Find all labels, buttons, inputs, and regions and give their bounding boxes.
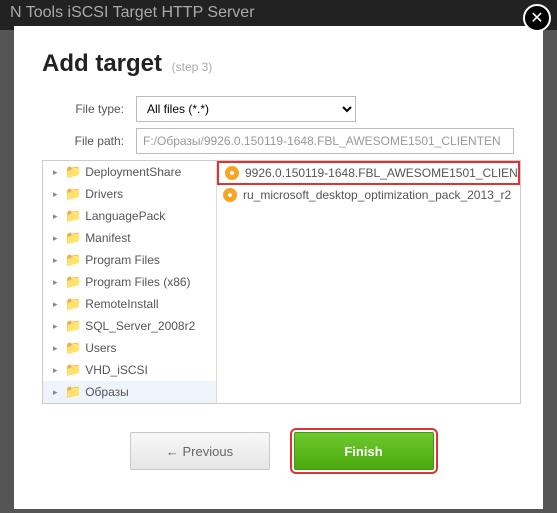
- folder-label: Program Files: [85, 253, 160, 267]
- folder-label: DeploymentShare: [85, 165, 181, 179]
- folder-tree-item[interactable]: ▸ 📁 Users: [43, 337, 216, 359]
- folder-icon: 📁: [65, 230, 81, 246]
- folder-icon: 📁: [65, 340, 81, 356]
- folder-tree-item[interactable]: ▸ 📁 DeploymentShare: [43, 161, 216, 183]
- modal-step: (step 3): [172, 60, 213, 74]
- folder-label: Program Files (x86): [85, 275, 190, 289]
- file-browser: ▸ 📁 DeploymentShare ▸ 📁 Drivers ▸ 📁 LanguagePack…: [42, 160, 521, 404]
- folder-tree-item[interactable]: ▸ 📁 Образы: [43, 381, 216, 403]
- file-type-select[interactable]: All files (*.*): [136, 96, 356, 122]
- folder-label: Manifest: [85, 231, 130, 245]
- disc-icon: [223, 188, 237, 202]
- folder-tree-item[interactable]: ▸ 📁 LanguagePack: [43, 205, 216, 227]
- folder-label: RemoteInstall: [85, 297, 158, 311]
- folder-tree-item[interactable]: ▸ 📁 RemoteInstall: [43, 293, 216, 315]
- close-icon: ✕: [530, 8, 543, 28]
- folder-icon: 📁: [65, 208, 81, 224]
- folder-tree[interactable]: ▸ 📁 DeploymentShare ▸ 📁 Drivers ▸ 📁 LanguagePack…: [43, 161, 217, 403]
- folder-icon: 📁: [65, 274, 81, 290]
- previous-button[interactable]: ← Previous: [130, 432, 270, 470]
- close-modal-button[interactable]: ✕: [523, 4, 551, 32]
- chevron-right-icon: ▸: [53, 343, 61, 354]
- chevron-right-icon: ▸: [53, 277, 61, 288]
- file-list-item[interactable]: 9926.0.150119-1648.FBL_AWESOME1501_CLIEN…: [217, 161, 520, 185]
- folder-icon: 📁: [65, 252, 81, 268]
- folder-label: Drivers: [85, 187, 123, 201]
- file-path-label: File path:: [48, 134, 136, 148]
- disc-icon: [225, 166, 239, 180]
- file-path-input[interactable]: [136, 128, 514, 154]
- file-type-label: File type:: [48, 102, 136, 116]
- folder-label: SQL_Server_2008r2: [85, 319, 195, 333]
- folder-label: VHD_iSCSI: [85, 363, 148, 377]
- folder-icon: 📁: [65, 318, 81, 334]
- finish-button[interactable]: Finish: [294, 432, 434, 470]
- chevron-right-icon: ▸: [53, 167, 61, 178]
- folder-icon: 📁: [65, 362, 81, 378]
- folder-tree-item[interactable]: ▸ 📁 SQL_Server_2008r2: [43, 315, 216, 337]
- folder-tree-item[interactable]: ▸ 📁 VHD_iSCSI: [43, 359, 216, 381]
- folder-label: Образы: [85, 385, 129, 399]
- chevron-right-icon: ▸: [53, 365, 61, 376]
- folder-tree-item[interactable]: ▸ 📁 Manifest: [43, 227, 216, 249]
- folder-icon: 📁: [65, 186, 81, 202]
- folder-tree-item[interactable]: ▸ 📁 Drivers: [43, 183, 216, 205]
- folder-tree-item[interactable]: ▸ 📁 Program Files: [43, 249, 216, 271]
- file-name: 9926.0.150119-1648.FBL_AWESOME1501_CLIEN…: [245, 166, 520, 180]
- file-list-item[interactable]: ru_microsoft_desktop_optimization_pack_2…: [217, 185, 520, 205]
- chevron-right-icon: ▸: [53, 211, 61, 222]
- modal-title: Add target: [42, 50, 162, 77]
- file-list[interactable]: 9926.0.150119-1648.FBL_AWESOME1501_CLIEN…: [217, 161, 520, 403]
- folder-icon: 📁: [65, 164, 81, 180]
- folder-tree-item[interactable]: ▸ 📁 Program Files (x86): [43, 271, 216, 293]
- add-target-modal: Add target (step 3) File type: All files…: [14, 26, 543, 509]
- chevron-right-icon: ▸: [53, 233, 61, 244]
- chevron-right-icon: ▸: [53, 299, 61, 310]
- chevron-right-icon: ▸: [53, 387, 61, 398]
- folder-icon: 📁: [65, 296, 81, 312]
- chevron-right-icon: ▸: [53, 189, 61, 200]
- file-name: ru_microsoft_desktop_optimization_pack_2…: [243, 188, 511, 202]
- folder-label: Users: [85, 341, 116, 355]
- chevron-right-icon: ▸: [53, 321, 61, 332]
- folder-icon: 📁: [65, 384, 81, 400]
- folder-label: LanguagePack: [85, 209, 165, 223]
- chevron-right-icon: ▸: [53, 255, 61, 266]
